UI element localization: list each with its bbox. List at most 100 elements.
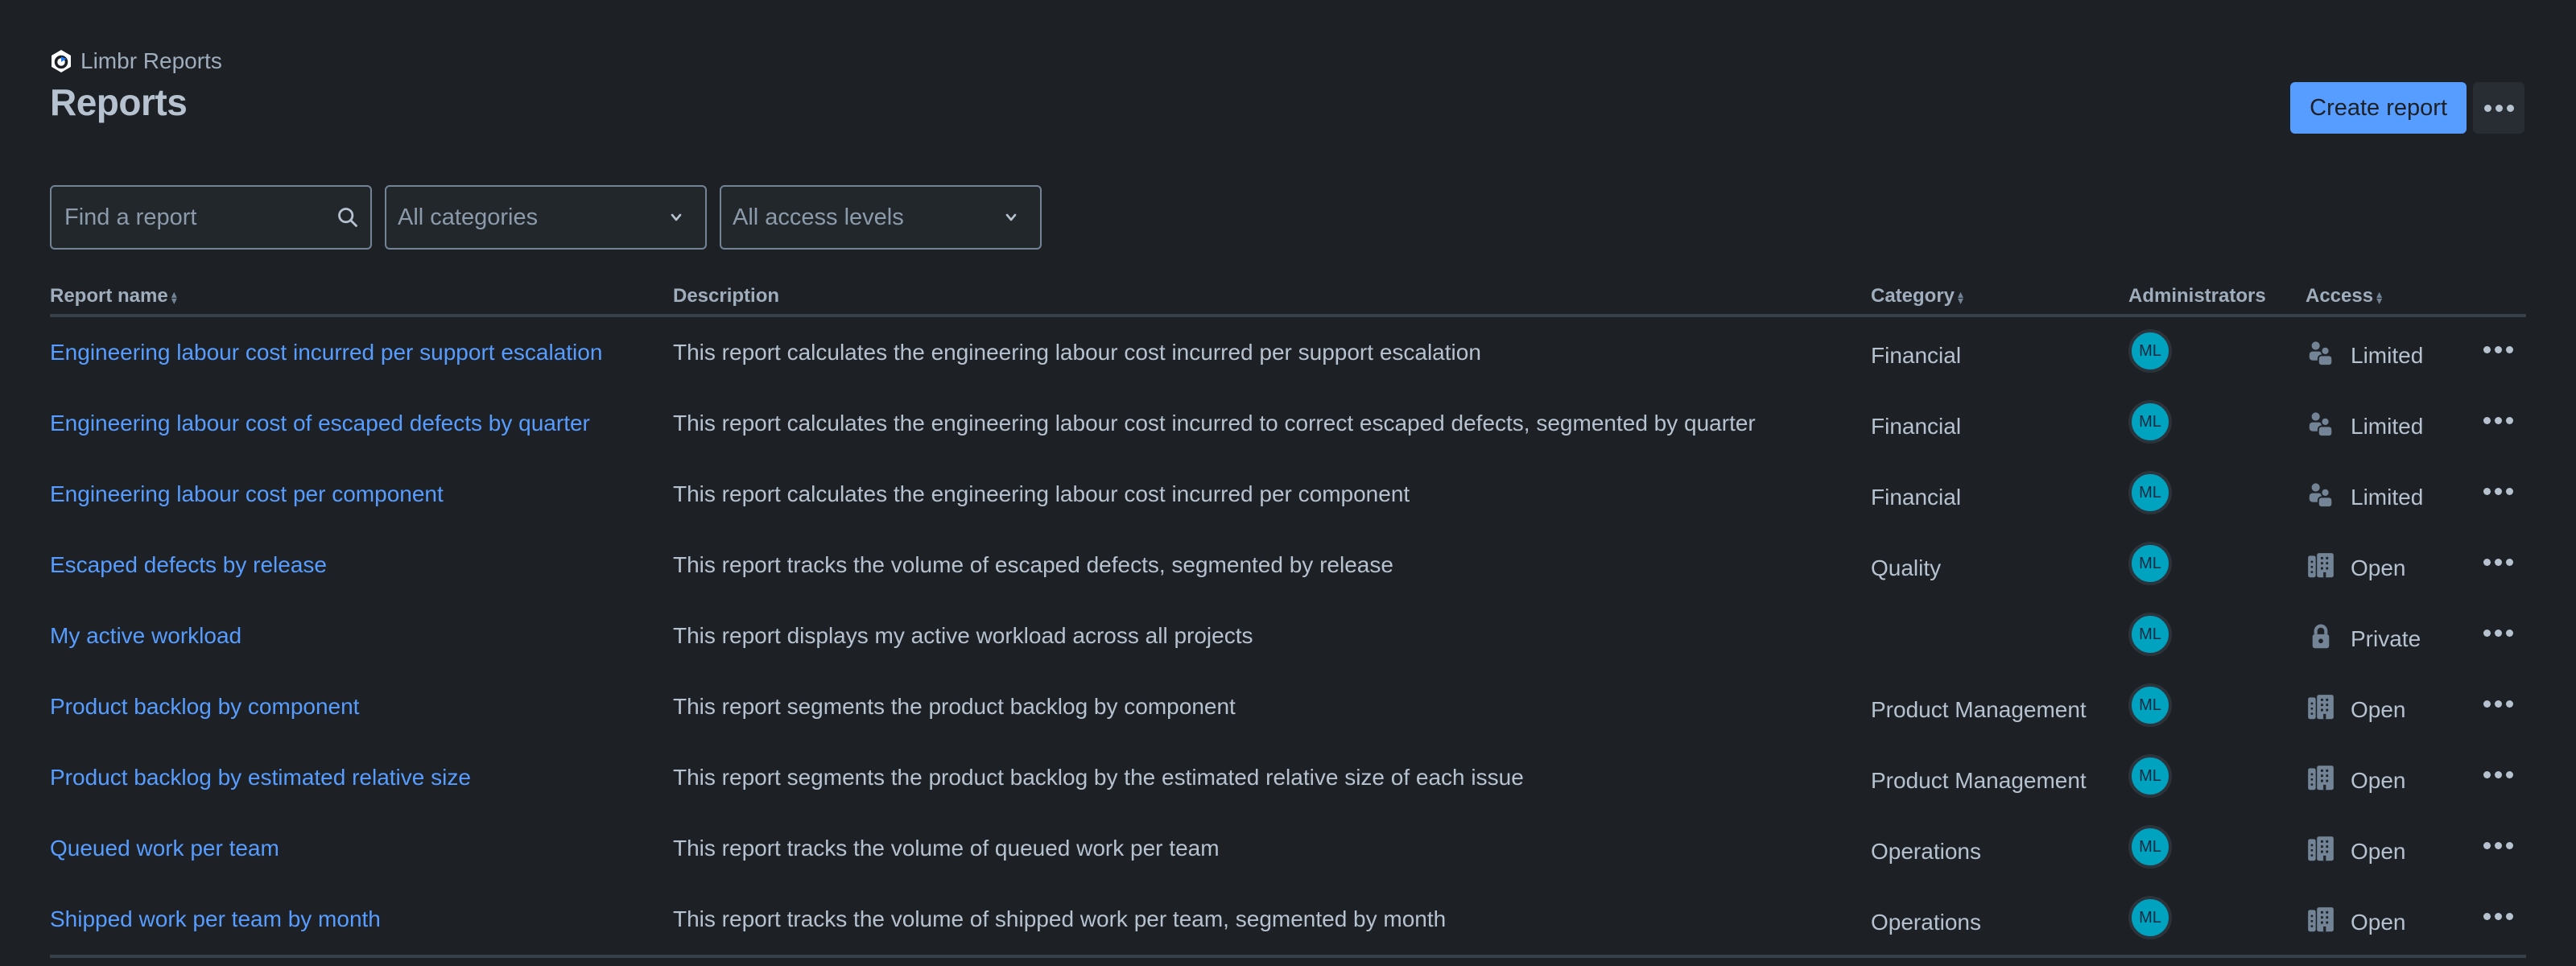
more-dot — [2494, 700, 2502, 708]
row-actions-button[interactable] — [2470, 912, 2526, 920]
row-actions-button[interactable] — [2470, 770, 2526, 778]
sort-icon: ▴ ▾ — [1958, 287, 1964, 307]
row-actions-button[interactable] — [2470, 629, 2526, 637]
table-row: Shipped work per team by month This repo… — [50, 884, 2526, 958]
report-description: This report tracks the volume of shipped… — [673, 884, 1871, 958]
more-dot — [2494, 345, 2502, 353]
report-name-link[interactable]: Queued work per team — [50, 836, 279, 861]
page-title: Reports — [50, 81, 188, 123]
table-row: Product backlog by estimated relative si… — [50, 742, 2526, 813]
people-icon — [2306, 409, 2336, 445]
report-category: Financial — [1871, 343, 1962, 368]
row-actions-button[interactable] — [2470, 700, 2526, 708]
avatar[interactable]: ML — [2128, 329, 2172, 373]
building-icon — [2306, 551, 2336, 587]
sort-icon: ▴ ▾ — [2376, 287, 2383, 307]
more-horizontal-icon — [2483, 912, 2491, 920]
report-name-link[interactable]: Product backlog by component — [50, 694, 359, 719]
category-select[interactable]: All categories — [385, 185, 707, 250]
report-category: Financial — [1871, 485, 1962, 510]
column-header-name[interactable]: Report name ▴ ▾ — [50, 279, 673, 317]
search-field[interactable] — [50, 185, 372, 250]
building-icon — [2306, 692, 2336, 729]
avatar[interactable]: ML — [2128, 896, 2172, 939]
more-horizontal-icon — [2483, 416, 2491, 424]
column-label: Report name — [50, 285, 168, 307]
chevron-down-icon — [1005, 213, 1017, 221]
report-name-link[interactable]: Engineering labour cost per component — [50, 481, 444, 506]
avatar[interactable]: ML — [2128, 754, 2172, 798]
report-name-link[interactable]: Engineering labour cost incurred per sup… — [50, 340, 602, 365]
access-level: Private — [2351, 626, 2421, 651]
access-cell: Open — [2306, 671, 2470, 742]
more-dot — [2494, 841, 2502, 849]
report-category — [1871, 601, 2128, 671]
table-row: Queued work per team This report tracks … — [50, 813, 2526, 884]
avatar[interactable]: ML — [2128, 542, 2172, 585]
header-actions: Create report — [2290, 82, 2524, 134]
more-dot — [2505, 700, 2513, 708]
column-header-category[interactable]: Category ▴ ▾ — [1871, 279, 2128, 317]
column-label: Category — [1871, 285, 1955, 307]
access-level: Open — [2351, 910, 2406, 935]
more-horizontal-icon — [2483, 700, 2491, 708]
report-description: This report segments the product backlog… — [673, 765, 1524, 790]
more-horizontal-icon — [2483, 558, 2491, 566]
row-actions-button[interactable] — [2470, 841, 2526, 849]
avatar[interactable]: ML — [2128, 400, 2172, 444]
report-name-link[interactable]: Escaped defects by release — [50, 552, 327, 577]
table-header-row: Report name ▴ ▾ Description Category ▴ ▾ Adm… — [50, 279, 2526, 317]
more-dot — [2505, 629, 2513, 637]
more-horizontal-icon — [2483, 629, 2491, 637]
avatar[interactable]: ML — [2128, 683, 2172, 727]
row-actions-button[interactable] — [2470, 558, 2526, 566]
access-cell: Open — [2306, 742, 2470, 813]
avatar[interactable]: ML — [2128, 471, 2172, 514]
row-actions-button[interactable] — [2470, 416, 2526, 424]
report-category: Operations — [1871, 884, 2128, 958]
avatar[interactable]: ML — [2128, 825, 2172, 869]
more-dot — [2494, 629, 2502, 637]
administrators-cell: ML — [2128, 742, 2306, 813]
column-header-access[interactable]: Access ▴ ▾ — [2306, 279, 2470, 317]
access-cell: Open — [2306, 530, 2470, 601]
avatar[interactable]: ML — [2128, 613, 2172, 656]
report-category: Financial — [1871, 414, 1962, 439]
limbr-logo-icon — [52, 50, 71, 72]
more-horizontal-icon — [2483, 487, 2491, 495]
search-icon — [338, 208, 357, 227]
more-actions-button[interactable] — [2473, 82, 2524, 134]
access-level: Limited — [2351, 485, 2424, 510]
report-description: This report calculates the engineering l… — [673, 340, 1481, 365]
access-select[interactable]: All access levels — [720, 185, 1042, 250]
column-label: Description — [673, 285, 780, 307]
access-level: Open — [2351, 839, 2406, 864]
create-report-button[interactable]: Create report — [2290, 82, 2467, 134]
app-breadcrumb[interactable]: Limbr Reports — [50, 48, 222, 74]
administrators-cell: ML — [2128, 459, 2306, 530]
report-name-link[interactable]: My active workload — [50, 623, 242, 648]
report-name-link[interactable]: Product backlog by estimated relative si… — [50, 765, 471, 790]
access-select-value: All access levels — [733, 204, 904, 230]
more-dot — [2494, 770, 2502, 778]
building-icon — [2306, 763, 2336, 799]
more-dot — [2494, 416, 2502, 424]
administrators-cell: ML — [2128, 388, 2306, 459]
report-category: Quality — [1871, 555, 1942, 580]
column-header-description: Description — [673, 279, 1871, 317]
row-actions-button[interactable] — [2470, 487, 2526, 495]
table-row: Escaped defects by release This report t… — [50, 530, 2526, 601]
report-name-link[interactable]: Shipped work per team by month — [50, 906, 381, 931]
people-icon — [2306, 480, 2336, 516]
report-category: Operations — [1871, 839, 1981, 864]
report-name-link[interactable]: Engineering labour cost of escaped defec… — [50, 411, 590, 436]
report-description: This report tracks the volume of escaped… — [673, 552, 1393, 577]
administrators-cell: ML — [2128, 813, 2306, 884]
row-actions-button[interactable] — [2470, 345, 2526, 353]
administrators-cell: ML — [2128, 884, 2306, 958]
administrators-cell: ML — [2128, 601, 2306, 671]
sort-icon: ▴ ▾ — [171, 287, 177, 307]
search-input[interactable] — [63, 203, 324, 232]
administrators-cell: ML — [2128, 316, 2306, 388]
more-dot — [2505, 912, 2513, 920]
